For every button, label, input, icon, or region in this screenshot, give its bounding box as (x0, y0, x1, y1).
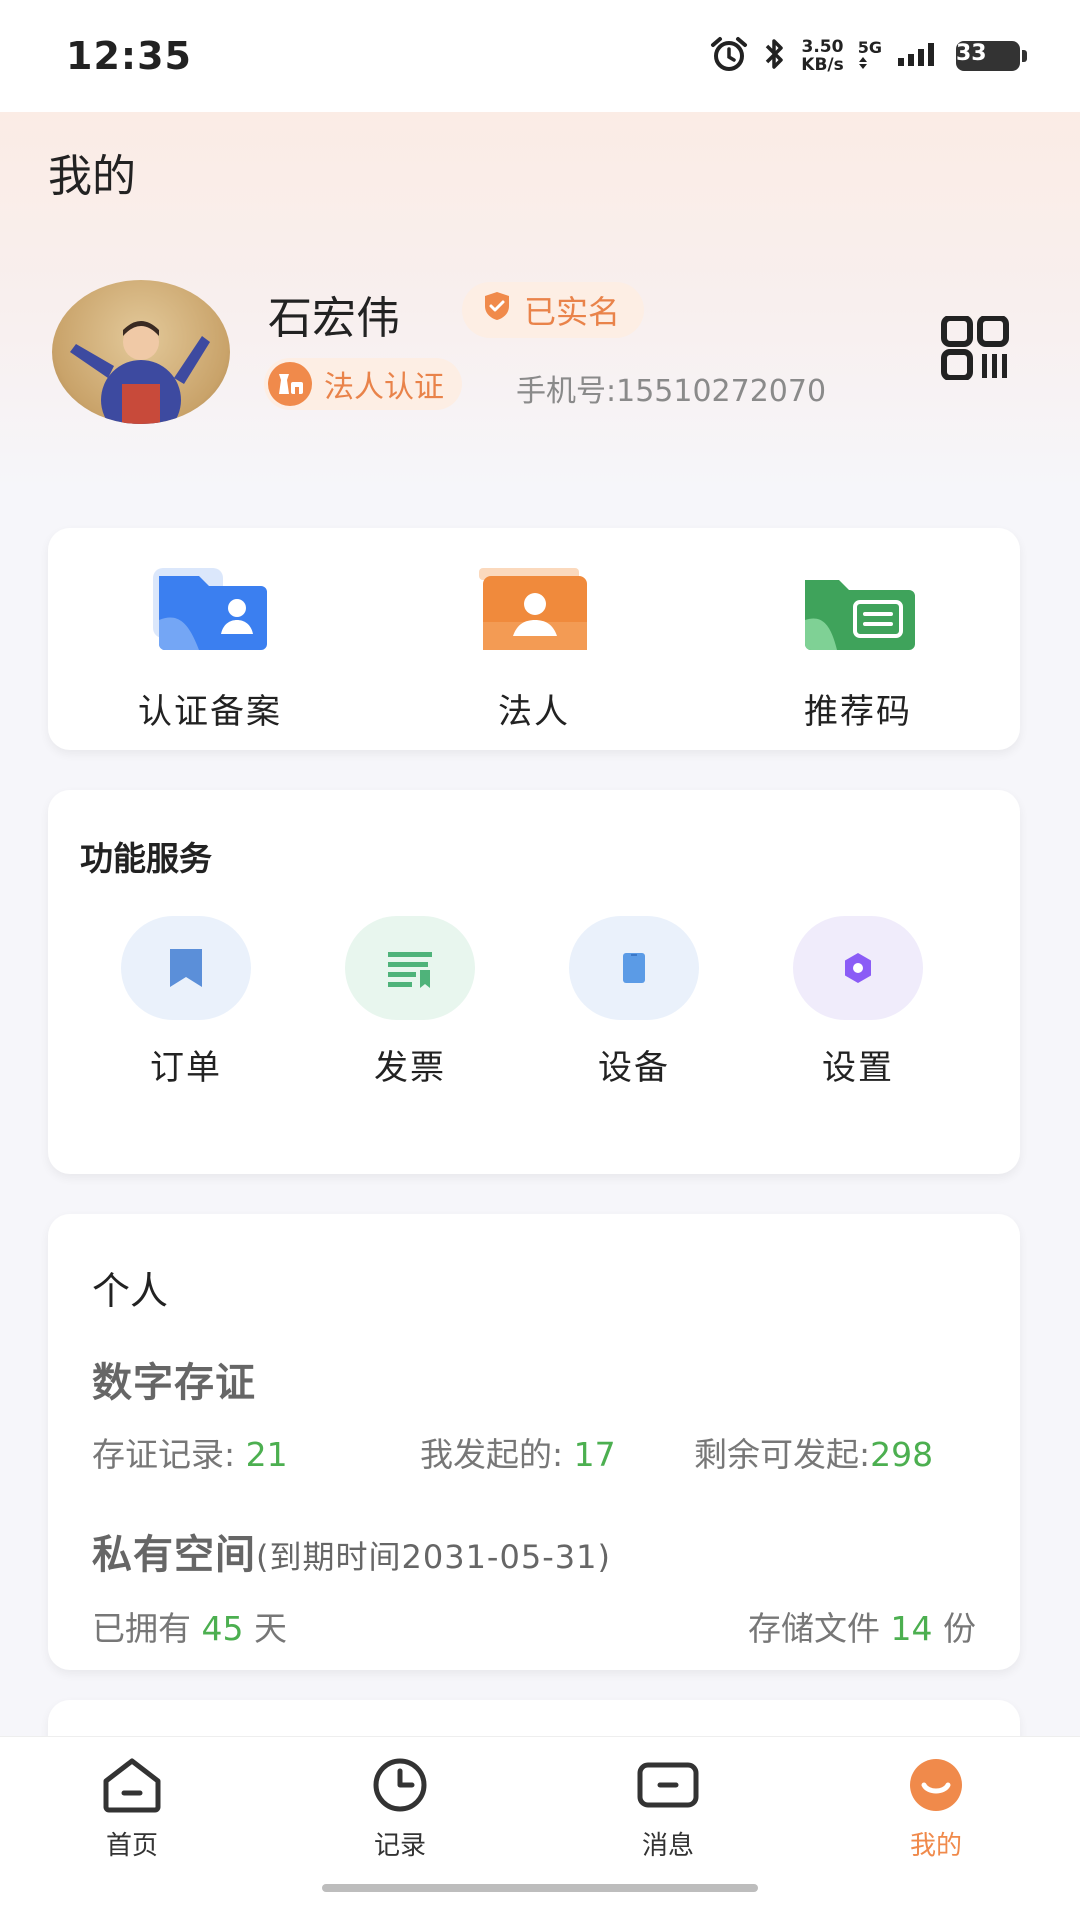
cert-records-value: 21 (245, 1435, 288, 1474)
service-invoice[interactable]: 发票 (300, 916, 520, 1089)
qr-code-icon[interactable] (940, 315, 1016, 381)
legal-cert-badge[interactable]: 法人认证 (264, 358, 462, 410)
tab-mine[interactable]: 我的 (836, 1757, 1036, 1862)
status-time: 12:35 (66, 34, 192, 78)
tab-records[interactable]: 记录 (300, 1757, 500, 1862)
services-card: 功能服务 订单 发票 设备 设置 (48, 790, 1020, 1174)
phone-device-icon (569, 916, 699, 1020)
remaining-value: 298 (870, 1435, 934, 1474)
battery-icon: 33 (956, 41, 1027, 71)
phone-number: 手机号:15510272070 (516, 374, 827, 409)
quick-action-referral-code[interactable]: 推荐码 (698, 564, 1018, 733)
user-name: 石宏伟 (268, 293, 400, 344)
legal-cert-label: 法人认证 (324, 370, 444, 405)
cert-records-label: 存证记录: (92, 1435, 236, 1474)
tab-label: 首页 (105, 1831, 158, 1861)
quick-action-legal-person[interactable]: 法人 (374, 564, 694, 733)
legal-person-icon (268, 362, 312, 406)
bottom-tab-bar: 首页 记录 消息 我的 (0, 1736, 1080, 1921)
quick-action-cert-filing[interactable]: 认证备案 (50, 564, 370, 733)
net-speed-value: 3.50 (801, 37, 844, 57)
clock-icon (368, 1758, 432, 1817)
cert-records-stat[interactable]: 存证记录: 21 (92, 1428, 288, 1476)
ticket-folder-icon (793, 580, 923, 664)
tab-label: 记录 (373, 1831, 426, 1861)
battery-level: 33 (956, 41, 987, 66)
private-space-label: 私有空间 (92, 1532, 256, 1578)
network-label: 5G (857, 37, 882, 57)
service-label: 设置 (822, 1048, 894, 1088)
files-value: 14 (890, 1609, 933, 1648)
tab-home[interactable]: 首页 (32, 1757, 232, 1862)
service-settings[interactable]: 设置 (748, 916, 968, 1089)
verified-badge: 已实名 (462, 282, 645, 338)
service-device[interactable]: 设备 (524, 916, 744, 1089)
service-label: 设备 (598, 1048, 670, 1088)
service-orders[interactable]: 订单 (76, 916, 296, 1089)
id-card-icon (469, 568, 599, 664)
alarm-icon (709, 36, 749, 76)
owned-suffix: 天 (254, 1609, 287, 1648)
page-title: 我的 (48, 151, 136, 202)
initiated-value: 17 (573, 1435, 616, 1474)
personal-card: 个人 数字存证 存证记录: 21 我发起的: 17 剩余可发起:298 私有空间… (48, 1214, 1020, 1670)
stored-files-stat: 存储文件 14 份 (748, 1602, 976, 1650)
files-suffix: 份 (943, 1609, 976, 1648)
home-icon (100, 1758, 164, 1817)
quick-actions-card: 认证备案 法人 推荐码 (48, 528, 1020, 750)
net-speed: 3.50 KB/s (801, 38, 843, 74)
net-speed-unit: KB/s (801, 55, 844, 75)
files-prefix: 存储文件 (748, 1609, 880, 1648)
hexagon-settings-icon (793, 916, 923, 1020)
avatar[interactable] (52, 280, 230, 424)
remaining-label: 剩余可发起: (694, 1435, 871, 1474)
tab-label: 消息 (641, 1831, 694, 1861)
status-bar: 12:35 3.50 KB/s 5G 33 (0, 0, 1080, 112)
owned-days-stat: 已拥有 45 天 (92, 1602, 287, 1650)
status-icons: 3.50 KB/s 5G 33 (709, 36, 1027, 76)
tab-label: 我的 (909, 1831, 962, 1861)
digital-cert-title[interactable]: 数字存证 (92, 1350, 256, 1408)
bluetooth-icon (763, 37, 787, 75)
invoice-icon (345, 916, 475, 1020)
quick-action-label: 认证备案 (138, 692, 282, 732)
signal-icon (896, 40, 942, 72)
personal-title: 个人 (92, 1269, 169, 1313)
owned-value: 45 (201, 1609, 244, 1648)
quick-action-label: 法人 (498, 692, 570, 732)
tab-messages[interactable]: 消息 (568, 1757, 768, 1862)
initiated-stat[interactable]: 我发起的: 17 (420, 1428, 616, 1476)
network-type: 5G (857, 37, 882, 73)
folder-person-icon (145, 568, 275, 664)
message-icon (636, 1762, 700, 1817)
verified-label: 已实名 (524, 293, 621, 331)
shield-check-icon (482, 290, 512, 330)
bookmark-icon (121, 916, 251, 1020)
service-label: 发票 (374, 1048, 446, 1088)
service-label: 订单 (150, 1048, 222, 1088)
private-space-expiry: (到期时间2031-05-31) (256, 1538, 611, 1576)
remaining-stat[interactable]: 剩余可发起:298 (694, 1428, 933, 1476)
home-indicator[interactable] (322, 1884, 758, 1892)
smile-profile-icon (904, 1759, 968, 1817)
initiated-label: 我发起的: (420, 1435, 564, 1474)
quick-action-label: 推荐码 (804, 692, 912, 732)
services-title: 功能服务 (80, 839, 212, 878)
owned-prefix: 已拥有 (92, 1609, 191, 1648)
private-space-title[interactable]: 私有空间(到期时间2031-05-31) (92, 1522, 611, 1580)
